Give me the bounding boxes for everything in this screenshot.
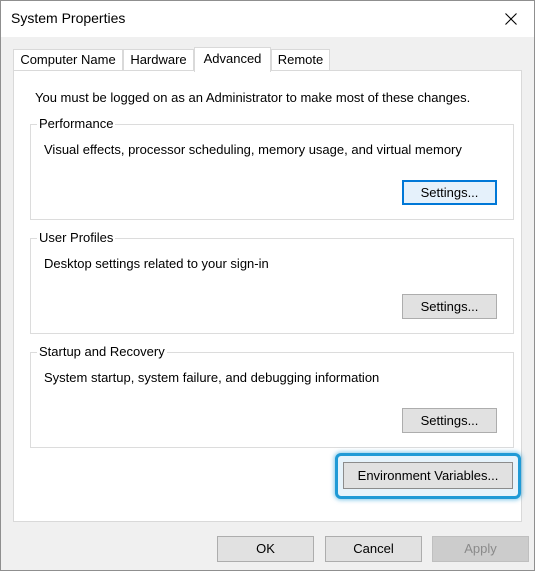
title-bar: System Properties <box>1 1 534 37</box>
tab-advanced[interactable]: Advanced <box>194 47 271 72</box>
startup-recovery-description: System startup, system failure, and debu… <box>44 370 380 385</box>
performance-settings-button[interactable]: Settings... <box>402 180 497 205</box>
performance-description: Visual effects, processor scheduling, me… <box>44 142 462 157</box>
tab-hardware[interactable]: Hardware <box>123 49 194 70</box>
apply-button[interactable]: Apply <box>432 536 529 562</box>
tab-remote[interactable]: Remote <box>271 49 330 70</box>
tab-computer-name[interactable]: Computer Name <box>13 49 123 70</box>
close-icon <box>505 13 517 25</box>
user-profiles-settings-button[interactable]: Settings... <box>402 294 497 319</box>
startup-recovery-settings-button[interactable]: Settings... <box>402 408 497 433</box>
ok-button[interactable]: OK <box>217 536 314 562</box>
close-button[interactable] <box>488 1 534 37</box>
performance-group: Performance Visual effects, processor sc… <box>30 116 514 220</box>
startup-recovery-group: Startup and Recovery System startup, sys… <box>30 344 514 448</box>
window-title: System Properties <box>11 10 126 26</box>
cancel-button[interactable]: Cancel <box>325 536 422 562</box>
system-properties-dialog: System Properties Computer Name Hardware… <box>0 0 535 571</box>
admin-note: You must be logged on as an Administrato… <box>35 90 471 105</box>
performance-title: Performance <box>37 116 116 131</box>
user-profiles-title: User Profiles <box>37 230 116 245</box>
startup-recovery-title: Startup and Recovery <box>37 344 167 359</box>
user-profiles-description: Desktop settings related to your sign-in <box>44 256 269 271</box>
user-profiles-group: User Profiles Desktop settings related t… <box>30 230 514 334</box>
environment-variables-button[interactable]: Environment Variables... <box>343 462 513 489</box>
